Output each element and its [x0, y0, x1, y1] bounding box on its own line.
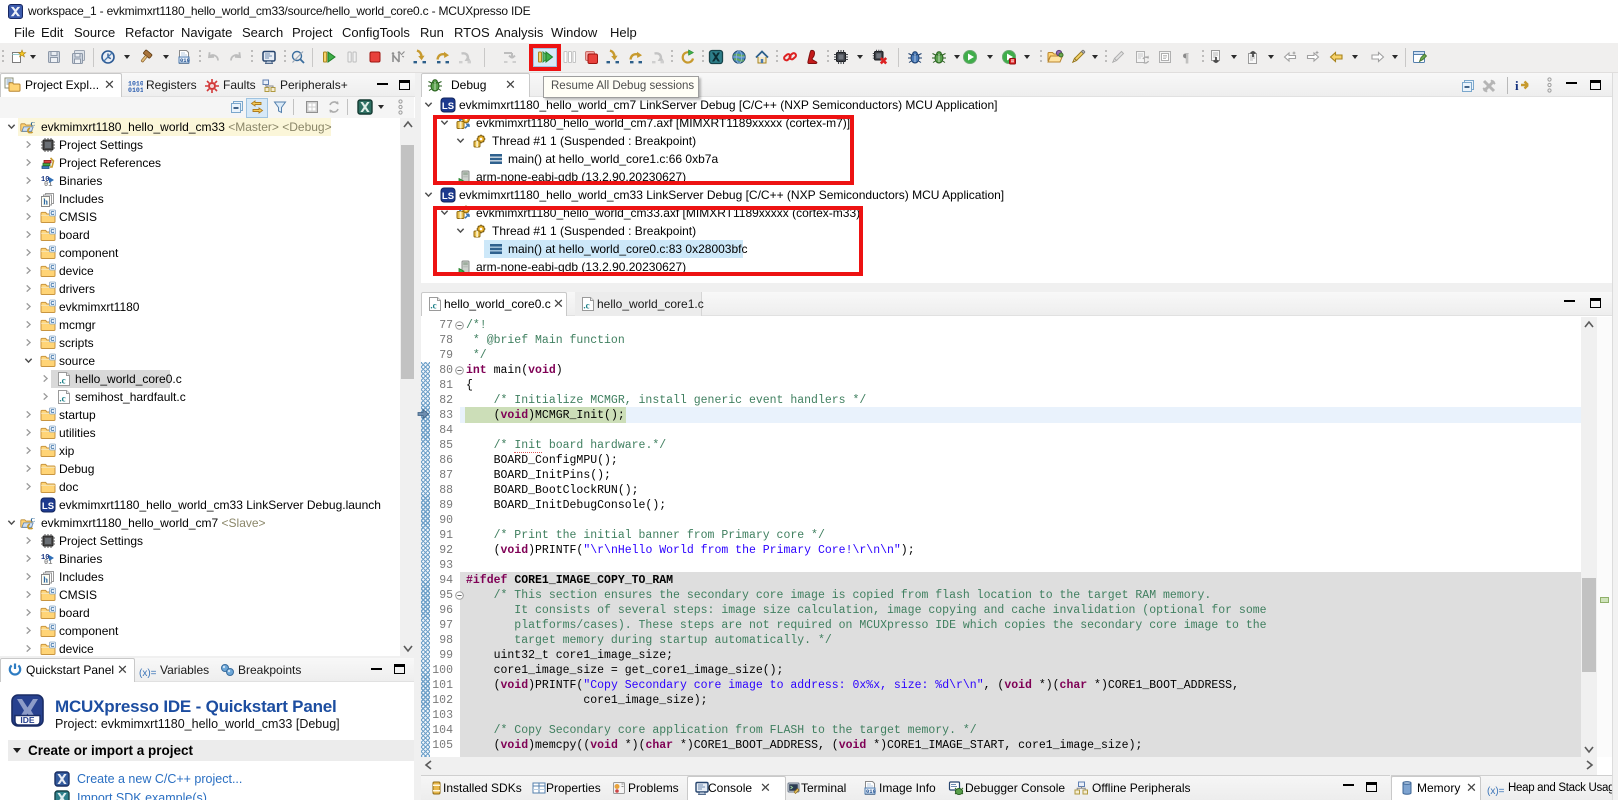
svg-text:010: 010: [866, 788, 876, 795]
svg-text:i: i: [1515, 78, 1519, 93]
svg-text:010: 010: [180, 57, 190, 64]
svg-text:IDE: IDE: [20, 715, 35, 725]
svg-text:¶: ¶: [1183, 50, 1189, 65]
